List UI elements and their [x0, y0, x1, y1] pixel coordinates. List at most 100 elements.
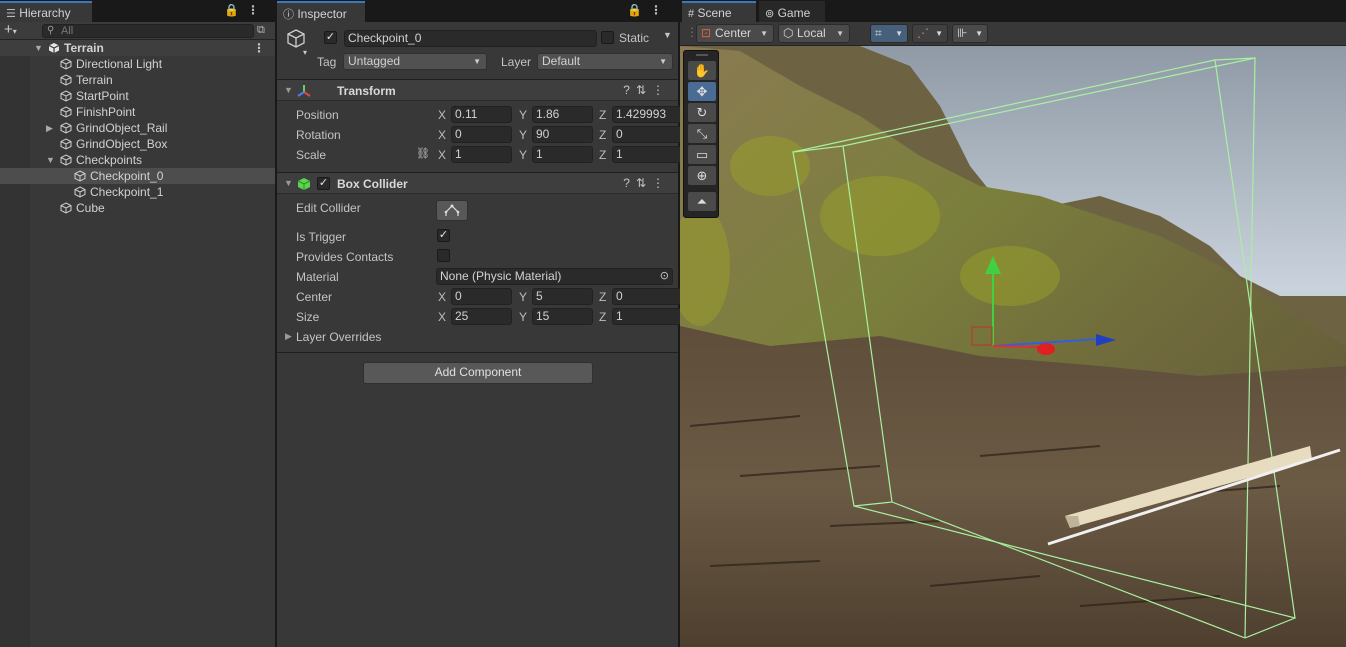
edit-collider-button[interactable]: [436, 200, 468, 221]
position-y-field[interactable]: 1.86: [532, 106, 593, 123]
rotation-y-field[interactable]: 90: [532, 126, 593, 143]
rotate-tool-icon[interactable]: ↻: [688, 103, 716, 122]
object-picker-icon[interactable]: ⊙: [660, 269, 669, 284]
create-plus-icon[interactable]: +▾: [4, 21, 17, 38]
hierarchy-item[interactable]: Checkpoint_0: [0, 168, 275, 184]
transform-tool-icon[interactable]: ⊕: [688, 166, 716, 185]
axis-y-label[interactable]: Y: [519, 290, 527, 304]
layer-dropdown[interactable]: Default ▼: [537, 53, 673, 70]
fold-closed-arrow-icon[interactable]: ▶: [46, 120, 53, 136]
tag-dropdown[interactable]: Untagged ▼: [343, 53, 487, 70]
size-y-field[interactable]: 15: [532, 308, 593, 325]
hierarchy-item[interactable]: GrindObject_Box: [0, 136, 275, 152]
tab-inspector[interactable]: ⓘ Inspector: [277, 1, 365, 22]
material-object-field[interactable]: None (Physic Material) ⊙: [436, 268, 673, 285]
kebab-menu-icon[interactable]: ⋮: [247, 3, 267, 17]
tab-hierarchy[interactable]: ☰ Hierarchy: [0, 1, 92, 22]
static-dropdown-arrow[interactable]: ▼: [663, 30, 672, 40]
transform-header[interactable]: ▼ Transform ?⇅⋮: [277, 79, 678, 101]
move-tool-icon[interactable]: ✥: [688, 82, 716, 101]
lock-icon[interactable]: 🔒: [627, 3, 650, 17]
fold-arrow-icon[interactable]: ▼: [284, 85, 293, 95]
presets-icon[interactable]: ⇅: [636, 83, 652, 97]
fold-arrow-icon[interactable]: ▼: [284, 178, 293, 188]
tab-game[interactable]: ⊚ Game: [759, 1, 825, 22]
help-icon[interactable]: ?: [623, 83, 636, 97]
axis-y-label[interactable]: Y: [519, 128, 527, 142]
hand-tool-icon[interactable]: ✋: [688, 61, 716, 80]
kebab-menu-icon[interactable]: ⋮: [652, 176, 670, 190]
custom-tool-icon[interactable]: ⏶: [688, 192, 716, 211]
constrain-proportions-icon[interactable]: ⛓: [416, 147, 430, 160]
scene-viewport[interactable]: ✋ ✥ ↻ ⤡ ▭ ⊕ ⏶: [680, 46, 1346, 647]
hierarchy-item[interactable]: FinishPoint: [0, 104, 275, 120]
axis-z-label[interactable]: Z: [599, 128, 606, 142]
center-x-field[interactable]: 0: [451, 288, 512, 305]
kebab-menu-icon[interactable]: ⋮: [650, 3, 670, 17]
axis-x-label[interactable]: X: [438, 108, 446, 122]
lock-icon[interactable]: 🔒: [224, 3, 247, 17]
fold-open-arrow-icon[interactable]: ▼: [46, 152, 55, 168]
box-collider-header[interactable]: ▼ ✓ Box Collider ?⇅⋮: [277, 172, 678, 194]
hierarchy-item-content: GrindObject_Box: [60, 136, 167, 152]
search-by-type-icon[interactable]: ⧉: [257, 24, 265, 37]
axis-z-label[interactable]: Z: [599, 148, 606, 162]
hierarchy-search-input[interactable]: ⚲ All: [42, 24, 254, 38]
fold-open-arrow-icon[interactable]: ▼: [34, 40, 43, 56]
kebab-menu-icon[interactable]: ⋮: [253, 40, 265, 56]
scale-y-field[interactable]: 1: [532, 146, 593, 163]
axis-y-label[interactable]: Y: [519, 148, 527, 162]
axis-x-label[interactable]: X: [438, 290, 446, 304]
object-name-field[interactable]: Checkpoint_0: [344, 30, 597, 47]
axis-z-label[interactable]: Z: [599, 108, 606, 122]
hierarchy-item[interactable]: Checkpoint_1: [0, 184, 275, 200]
kebab-menu-icon[interactable]: ⋮: [652, 83, 670, 97]
rect-tool-icon[interactable]: ▭: [688, 145, 716, 164]
size-z-field[interactable]: 1: [612, 308, 686, 325]
center-y-field[interactable]: 5: [532, 288, 593, 305]
static-checkbox[interactable]: [601, 31, 614, 44]
scene-render[interactable]: [680, 46, 1346, 647]
hierarchy-item[interactable]: Cube: [0, 200, 275, 216]
axis-z-label[interactable]: Z: [599, 310, 606, 324]
increment-snap-toggle[interactable]: ⋰ ▼: [912, 24, 948, 43]
axis-y-label[interactable]: Y: [519, 108, 527, 122]
pivot-mode-dropdown[interactable]: ⊡ Center ▼: [696, 24, 774, 43]
position-z-field[interactable]: 1.429993: [612, 106, 686, 123]
hierarchy-item[interactable]: Directional Light: [0, 56, 275, 72]
presets-icon[interactable]: ⇅: [636, 176, 652, 190]
tab-scene[interactable]: # Scene: [682, 1, 756, 22]
is-trigger-checkbox[interactable]: ✓: [437, 229, 450, 242]
axis-x-label[interactable]: X: [438, 128, 446, 142]
ruler-toggle[interactable]: ⊪ ▼: [952, 24, 988, 43]
hierarchy-item[interactable]: ▶ GrindObject_Rail: [0, 120, 275, 136]
axis-x-label[interactable]: X: [438, 148, 446, 162]
grid-snapping-toggle[interactable]: ⌗ ▼: [870, 24, 908, 43]
axis-y-label[interactable]: Y: [519, 310, 527, 324]
hierarchy-item[interactable]: ▼ Checkpoints: [0, 152, 275, 168]
size-x-field[interactable]: 25: [451, 308, 512, 325]
axis-z-label[interactable]: Z: [599, 290, 606, 304]
scale-z-field[interactable]: 1: [612, 146, 686, 163]
active-checkbox[interactable]: ✓: [324, 31, 337, 44]
provides-contacts-checkbox[interactable]: [437, 249, 450, 262]
inspector-tab-controls: 🔒⋮: [627, 3, 670, 17]
icon-dropdown-arrow[interactable]: ▾: [303, 48, 307, 57]
rotation-z-field[interactable]: 0: [612, 126, 686, 143]
scale-tool-icon[interactable]: ⤡: [688, 124, 716, 143]
hierarchy-item[interactable]: StartPoint: [0, 88, 275, 104]
box-collider-enabled-checkbox[interactable]: ✓: [317, 177, 330, 190]
scale-x-field[interactable]: 1: [451, 146, 512, 163]
hierarchy-scene-root[interactable]: ▼ Terrain ⋮: [0, 40, 275, 56]
rotation-x-field[interactable]: 0: [451, 126, 512, 143]
add-component-button[interactable]: Add Component: [363, 362, 593, 384]
fold-arrow-icon[interactable]: ▶: [285, 331, 292, 342]
pivot-rotation-dropdown[interactable]: ⬡ Local ▼: [778, 24, 850, 43]
hierarchy-item[interactable]: Terrain: [0, 72, 275, 88]
layer-overrides-label[interactable]: Layer Overrides: [296, 330, 381, 344]
help-icon[interactable]: ?: [623, 176, 636, 190]
gameobject-cube-icon[interactable]: [285, 28, 307, 50]
axis-x-label[interactable]: X: [438, 310, 446, 324]
center-z-field[interactable]: 0: [612, 288, 686, 305]
position-x-field[interactable]: 0.11: [451, 106, 512, 123]
